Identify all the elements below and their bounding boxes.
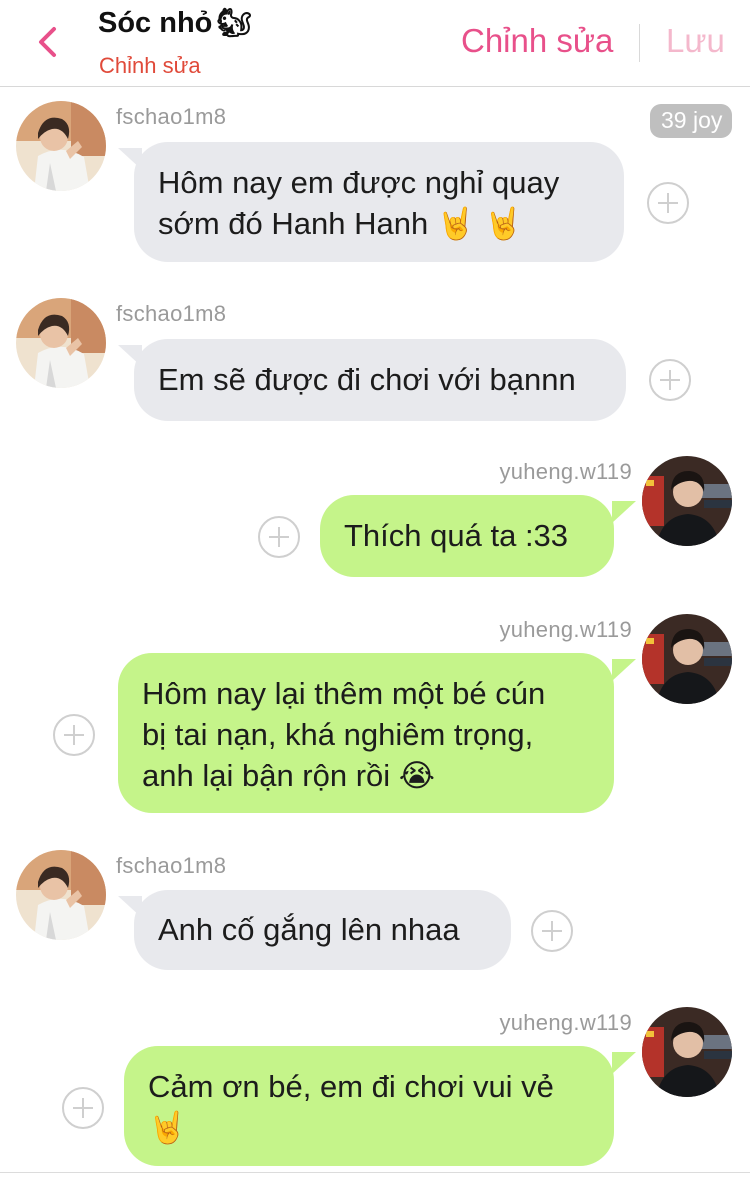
username: fschao1m8 [116,104,227,129]
username: yuheng.w119 [499,1010,632,1035]
chat-title: Sóc nhỏ 🐿 [98,6,252,40]
message-bubble[interactable]: Hôm nay lại thêm một bé cún bị tai nạn, … [118,653,614,813]
edit-button[interactable]: Chỉnh sửa [461,22,613,60]
joy-badge: 39 joy [650,104,733,138]
username: yuheng.w119 [499,459,632,484]
message-line: sớm đó Hanh Hanh 🤘 🤘 [158,206,523,241]
bubble-tail [612,501,636,523]
avatar[interactable] [642,1007,732,1097]
avatar[interactable] [16,850,106,940]
header-divider [639,24,640,62]
message-line: Em sẽ được đi chơi với bạnnn [158,362,576,397]
avatar[interactable] [16,101,106,191]
add-reaction-button[interactable] [647,182,689,224]
chat-title-text: Sóc nhỏ [98,7,213,39]
message-bubble[interactable]: Anh cố gắng lên nhaa [134,890,511,970]
back-button[interactable] [30,20,66,64]
username: fschao1m8 [116,853,227,878]
chevron-left-icon [39,27,56,57]
message-bubble[interactable]: Hôm nay em được nghỉ quay sớm đó Hanh Ha… [134,142,624,262]
input-divider [0,1172,750,1173]
avatar[interactable] [16,298,106,388]
message-line: Hôm nay em được nghỉ quay [158,165,560,200]
add-reaction-button[interactable] [649,359,691,401]
avatar[interactable] [642,614,732,704]
message-bubble[interactable]: Thích quá ta :33 [320,495,614,577]
avatar[interactable] [642,456,732,546]
bubble-tail [612,1052,636,1074]
message-line: anh lại bận rộn rồi 😭 [142,758,436,793]
message-bubble[interactable]: Cảm ơn bé, em đi chơi vui vẻ 🤘 [124,1046,614,1166]
message-line: Cảm ơn bé, em đi chơi vui vẻ [148,1069,554,1104]
save-button[interactable]: Lưu [666,22,725,60]
message-line: 🤘 [148,1110,187,1145]
username: yuheng.w119 [499,617,632,642]
message-bubble[interactable]: Em sẽ được đi chơi với bạnnn [134,339,626,421]
message-line: Hôm nay lại thêm một bé cún [142,676,546,711]
add-reaction-button[interactable] [531,910,573,952]
chat-header: Sóc nhỏ 🐿 Chỉnh sửa Chỉnh sửa Lưu [0,0,750,87]
message-line: Thích quá ta :33 [344,518,569,553]
username: fschao1m8 [116,301,227,326]
message-line: bị tai nạn, khá nghiêm trọng, [142,717,534,752]
add-reaction-button[interactable] [62,1087,104,1129]
add-reaction-button[interactable] [258,516,300,558]
message-line: Anh cố gắng lên nhaa [158,912,460,947]
add-reaction-button[interactable] [53,714,95,756]
chat-subtitle[interactable]: Chỉnh sửa [99,53,201,79]
squirrel-emoji: 🐿 [216,6,252,39]
bubble-tail [612,659,636,681]
